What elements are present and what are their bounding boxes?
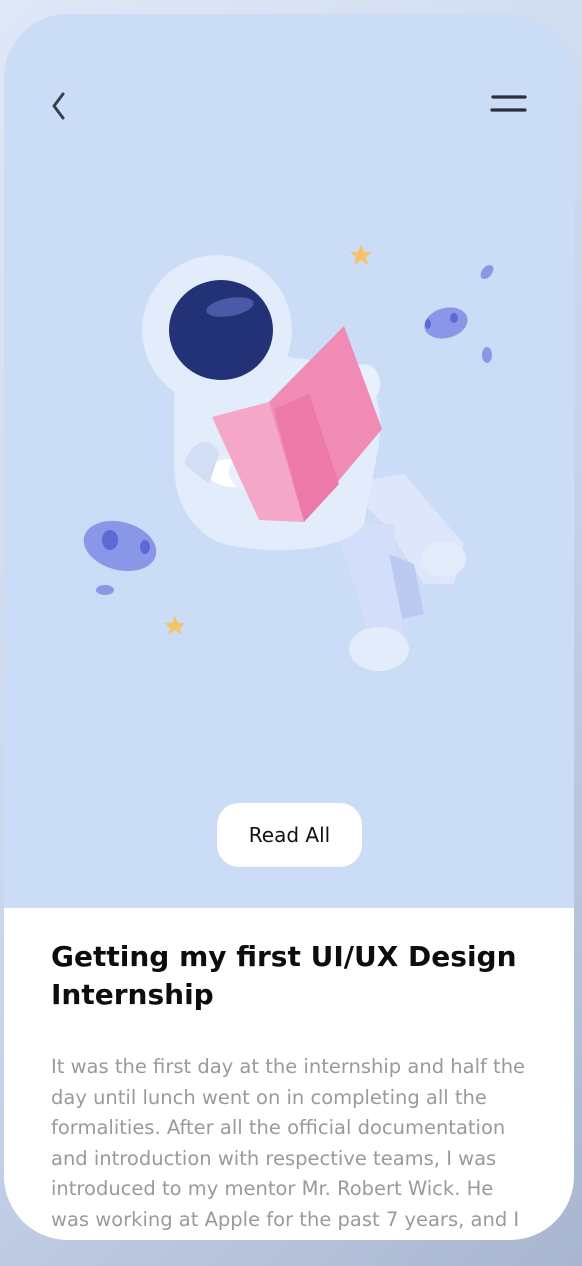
phone-screen: Read All Getting my first UI/UX Design I… [4, 14, 574, 1240]
helmet [142, 255, 292, 405]
back-button[interactable] [42, 88, 78, 124]
menu-button[interactable] [484, 88, 532, 124]
astronaut-reading-illustration [83, 244, 494, 671]
planet-icon [424, 265, 494, 363]
article-card: Getting my first UI/UX Design Internship… [4, 908, 574, 1240]
top-bar [4, 14, 574, 164]
article-body: It was the first day at the internship a… [51, 1055, 526, 1240]
read-all-button[interactable]: Read All [217, 803, 362, 867]
planet-icon [83, 520, 157, 595]
star-icon [165, 616, 185, 635]
article-title: Getting my first UI/UX Design Internship [51, 940, 517, 1011]
chevron-left-icon [52, 92, 65, 120]
menu-icon [490, 95, 527, 112]
star-icon [350, 244, 372, 265]
